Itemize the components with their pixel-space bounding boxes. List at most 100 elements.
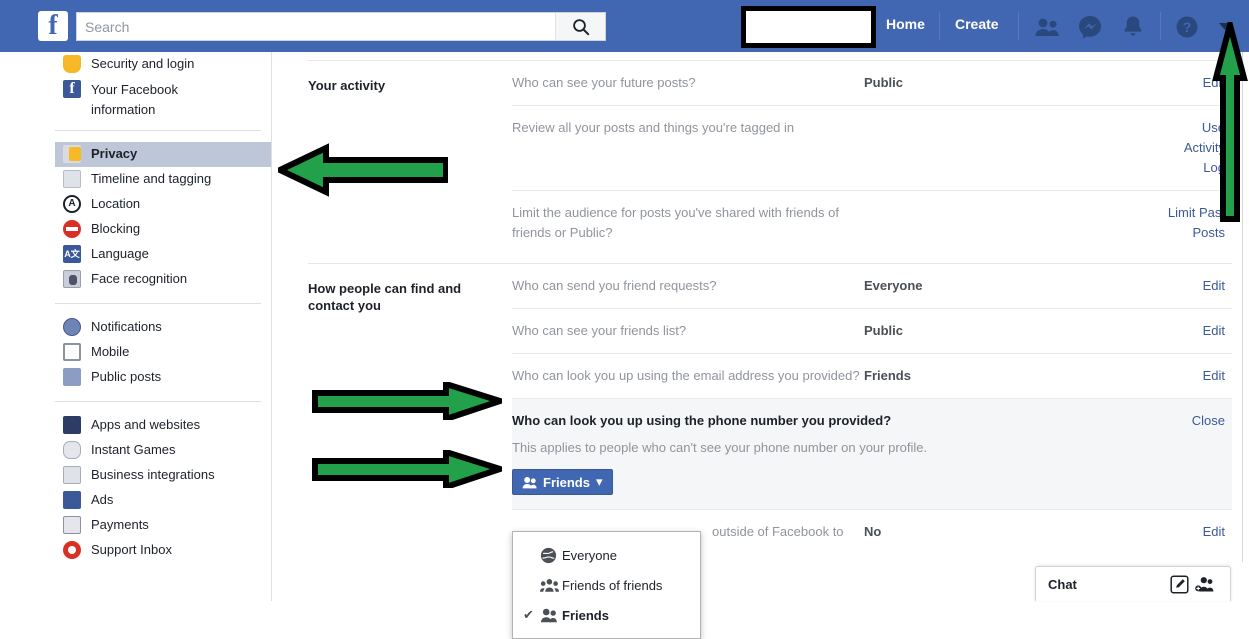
sidebar-item-security-and-login[interactable]: Security and login (55, 52, 271, 77)
row-action-link[interactable]: Edit (1164, 73, 1232, 93)
dropdown-option-label: Friends (562, 607, 609, 623)
sidebar-item-label: Security and login (91, 56, 195, 71)
location-icon: A (63, 195, 81, 213)
row-value: Public (864, 323, 904, 338)
block-icon (63, 220, 81, 238)
chat-bar[interactable]: Chat (1035, 566, 1231, 601)
messenger-icon (1079, 15, 1101, 38)
expanded-phone-lookup-row: Who can look you up using the phone numb… (512, 399, 1232, 510)
friend-requests-button[interactable] (1032, 12, 1062, 41)
audience-selector-button[interactable]: Friends ▾ (512, 469, 613, 495)
section-your-activity: Your activity Who can see your future po… (290, 61, 1232, 255)
face-recognition-icon (63, 270, 81, 288)
mobile-icon (63, 343, 81, 361)
redacted-account-name (741, 6, 876, 48)
sidebar-item-timeline-and-tagging[interactable]: Timeline and tagging (55, 167, 271, 192)
payments-card-icon (63, 516, 81, 534)
sidebar-item-label: Apps and websites (91, 417, 201, 432)
sidebar-item-support-inbox[interactable]: Support Inbox (55, 538, 271, 563)
notifications-icon (1124, 16, 1142, 36)
sidebar-item-label: Blocking (91, 221, 141, 236)
sidebar-item-mobile[interactable]: Mobile (55, 340, 271, 365)
sidebar-item-payments[interactable]: Payments (55, 513, 271, 538)
settings-sidebar: Security and login f Your Facebook infor… (0, 52, 272, 601)
row-value: Everyone (864, 278, 923, 293)
sidebar-item-instant-games[interactable]: Instant Games (55, 438, 271, 463)
nav-divider (1018, 12, 1019, 40)
sidebar-item-language[interactable]: A文 Language (55, 242, 271, 267)
sidebar-item-label: Privacy (91, 146, 138, 161)
sidebar-item-label: Instant Games (91, 442, 176, 457)
sidebar-item-ads[interactable]: Ads (55, 488, 271, 513)
sidebar-item-privacy[interactable]: Privacy (55, 142, 271, 167)
row-question: Limit the audience for posts you've shar… (512, 205, 839, 240)
row-action-link[interactable]: Edit (1164, 276, 1232, 296)
page-scrollbar[interactable] (1242, 52, 1243, 562)
row-value: Friends (864, 368, 911, 383)
friends-of-friends-icon (540, 578, 562, 593)
section-how-people-find-you: How people can find and contact you Who … (290, 264, 1232, 554)
notifications-button[interactable] (1118, 12, 1148, 41)
nav-home-link[interactable]: Home (886, 16, 925, 32)
sidebar-item-business-integrations[interactable]: Business integrations (55, 463, 271, 488)
sidebar-item-apps-and-websites[interactable]: Apps and websites (55, 413, 271, 438)
search-bar[interactable] (76, 12, 606, 41)
close-link[interactable]: Close (1192, 413, 1225, 428)
row-question: Who can see your future posts? (512, 75, 696, 90)
sidebar-item-notifications[interactable]: Notifications (55, 315, 271, 340)
search-input[interactable] (77, 13, 555, 40)
search-button[interactable] (555, 13, 605, 40)
business-gear-icon (63, 466, 81, 484)
table-row[interactable]: Review all your posts and things you're … (512, 106, 1232, 191)
globe-icon (540, 547, 562, 564)
dropdown-option-label: Friends of friends (562, 577, 663, 593)
account-menu-button[interactable] (1214, 16, 1236, 36)
facebook-logo-icon[interactable]: f (38, 11, 68, 41)
ads-icon (63, 491, 81, 509)
table-row[interactable]: Limit the audience for posts you've shar… (512, 191, 1232, 255)
row-action-link[interactable]: Limit Past Posts (1164, 203, 1232, 243)
help-button[interactable]: ? (1172, 12, 1202, 41)
table-row[interactable]: Who can send you friend requests? Everyo… (512, 264, 1232, 309)
add-friends-icon[interactable] (1192, 573, 1218, 595)
sidebar-item-label: Business integrations (91, 467, 215, 482)
messenger-button[interactable] (1075, 12, 1105, 41)
row-action-link[interactable]: Edit (1164, 522, 1232, 542)
table-row[interactable]: Who can look you up using the email addr… (512, 354, 1232, 399)
sidebar-item-label: Notifications (91, 319, 162, 334)
row-action-link[interactable]: Edit (1164, 366, 1232, 386)
section-title: Your activity (308, 78, 386, 93)
globe-icon (63, 318, 81, 336)
sidebar-item-blocking[interactable]: Blocking (55, 217, 271, 242)
sidebar-item-location[interactable]: A Location (55, 192, 271, 217)
compose-icon[interactable] (1166, 573, 1192, 595)
sidebar-item-your-facebook-information[interactable]: f Your Facebook information (55, 77, 271, 119)
dropdown-option-friends-of-friends[interactable]: Friends of friends (513, 570, 700, 600)
sidebar-item-public-posts[interactable]: Public posts (55, 365, 271, 390)
row-action-link[interactable]: Use Activity Log (1164, 118, 1232, 178)
chevron-down-icon: ▾ (595, 474, 603, 489)
friends-icon (522, 476, 537, 488)
audience-dropdown-menu[interactable]: Everyone Friends of friends ✔ Friends (512, 531, 701, 639)
checkmark-icon: ✔ (523, 607, 534, 622)
timeline-icon (63, 170, 81, 188)
gamepad-icon (63, 441, 81, 459)
dropdown-option-friends[interactable]: ✔ Friends (513, 600, 700, 630)
table-row[interactable]: Who can see your future posts? Public Ed… (512, 61, 1232, 106)
sidebar-item-label: Location (91, 196, 141, 211)
top-navigation-bar: f Home Create (0, 0, 1249, 52)
svg-text:?: ? (1183, 19, 1192, 35)
sidebar-item-label: Ads (91, 492, 114, 507)
nav-create-link[interactable]: Create (955, 16, 999, 32)
row-action-link[interactable]: Edit (1164, 321, 1232, 341)
sidebar-item-face-recognition[interactable]: Face recognition (55, 267, 271, 292)
dropdown-option-everyone[interactable]: Everyone (513, 540, 700, 570)
nav-divider (1160, 12, 1161, 40)
table-row[interactable]: Who can see your friends list? Public Ed… (512, 309, 1232, 354)
sidebar-item-label: Language (91, 246, 149, 261)
sidebar-divider (55, 303, 261, 304)
privacy-settings-content: Your activity Who can see your future po… (273, 52, 1249, 601)
row-question: Review all your posts and things you're … (512, 120, 795, 135)
row-question: outside of Facebook to (712, 524, 844, 539)
facebook-icon: f (63, 80, 81, 98)
